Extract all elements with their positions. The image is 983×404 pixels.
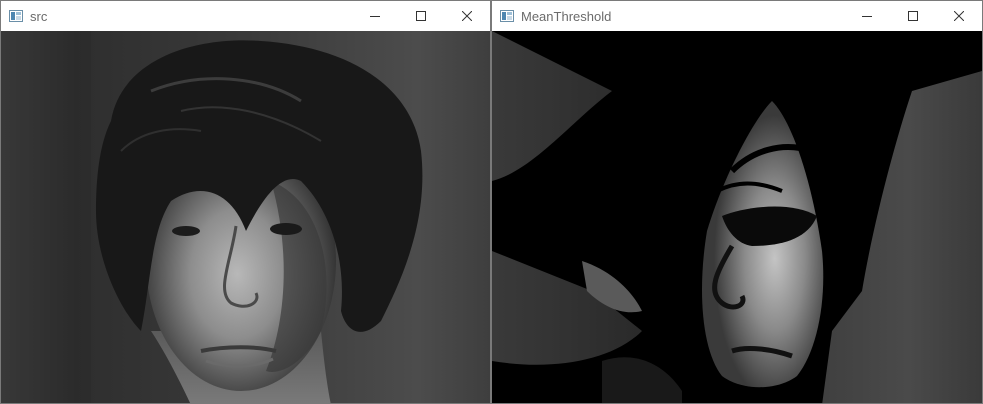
minimize-button[interactable] [844,1,890,31]
image-canvas[interactable] [1,31,490,403]
minimize-icon [862,16,872,17]
maximize-icon [416,11,426,21]
portrait-photo [1,31,490,403]
caption-buttons [352,1,490,31]
maximize-button[interactable] [398,1,444,31]
window-title: MeanThreshold [521,8,612,24]
window-src[interactable]: src [0,0,491,404]
titlebar[interactable]: MeanThreshold [492,1,982,31]
window-title: src [30,8,48,24]
maximize-icon [908,11,918,21]
close-icon [954,11,964,21]
image-canvas[interactable] [492,31,982,403]
close-button[interactable] [936,1,982,31]
desktop: src MeanThreshold [0,0,983,404]
opencv-window-icon [500,10,514,22]
minimize-icon [370,16,380,17]
thresholded-portrait [492,31,982,403]
caption-buttons [844,1,982,31]
maximize-button[interactable] [890,1,936,31]
minimize-button[interactable] [352,1,398,31]
opencv-window-icon [9,10,23,22]
titlebar[interactable]: src [1,1,490,31]
close-icon [462,11,472,21]
close-button[interactable] [444,1,490,31]
window-mean-threshold[interactable]: MeanThreshold [491,0,983,404]
